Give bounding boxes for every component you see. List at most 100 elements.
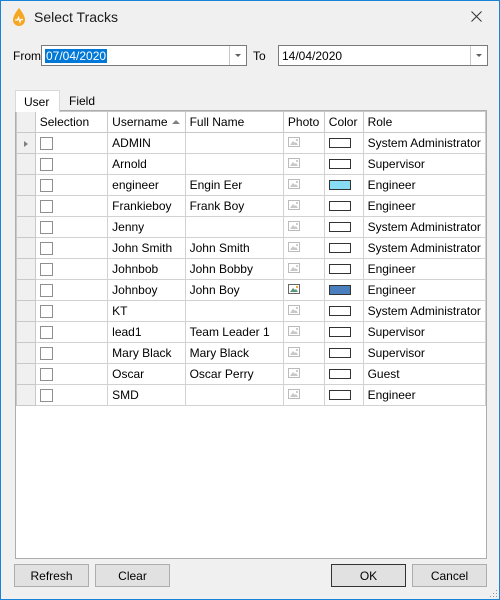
selection-cell[interactable] xyxy=(34,363,109,385)
role-cell[interactable]: System Administrator xyxy=(362,132,487,154)
selection-checkbox[interactable] xyxy=(39,367,53,381)
row-header[interactable] xyxy=(16,258,36,280)
photo-cell[interactable] xyxy=(282,384,325,406)
table-row[interactable]: Johnbob John Bobby Engineer xyxy=(16,258,487,280)
photo-cell[interactable] xyxy=(282,216,325,238)
role-cell[interactable]: Engineer xyxy=(362,384,487,406)
selection-cell[interactable] xyxy=(34,195,109,217)
row-header[interactable] xyxy=(16,174,36,196)
username-cell[interactable]: John Smith xyxy=(107,237,186,259)
from-date-dropdown-button[interactable] xyxy=(229,46,246,65)
row-header[interactable] xyxy=(16,153,36,175)
full-name-cell[interactable]: Team Leader 1 xyxy=(184,321,284,343)
selection-cell[interactable] xyxy=(34,132,109,154)
to-date-value[interactable]: 14/04/2020 xyxy=(282,49,342,63)
username-cell[interactable]: ADMIN xyxy=(107,132,186,154)
row-header[interactable] xyxy=(16,300,36,322)
username-cell[interactable]: engineer xyxy=(107,174,186,196)
selection-cell[interactable] xyxy=(34,279,109,301)
full-name-cell[interactable] xyxy=(184,153,284,175)
clear-button[interactable]: Clear xyxy=(95,564,170,587)
role-cell[interactable]: System Administrator xyxy=(362,237,487,259)
username-cell[interactable]: Mary Black xyxy=(107,342,186,364)
row-header[interactable] xyxy=(16,363,36,385)
from-date-value[interactable]: 07/04/2020 xyxy=(45,49,108,63)
role-cell[interactable]: Supervisor xyxy=(362,342,487,364)
to-date-dropdown-button[interactable] xyxy=(470,46,487,65)
selection-cell[interactable] xyxy=(34,342,109,364)
color-cell[interactable] xyxy=(323,153,364,175)
color-cell[interactable] xyxy=(323,237,364,259)
color-cell[interactable] xyxy=(323,258,364,280)
table-row[interactable]: Arnold Supervisor xyxy=(16,153,487,175)
role-cell[interactable]: Engineer xyxy=(362,174,487,196)
row-header[interactable] xyxy=(16,279,36,301)
role-cell[interactable]: System Administrator xyxy=(362,300,487,322)
selection-checkbox[interactable] xyxy=(39,136,53,150)
color-cell[interactable] xyxy=(323,300,364,322)
tab-field-device[interactable]: Field Device xyxy=(61,90,114,122)
column-header-color[interactable]: Color xyxy=(323,111,364,133)
color-cell[interactable] xyxy=(323,132,364,154)
color-cell[interactable] xyxy=(323,216,364,238)
color-cell[interactable] xyxy=(323,321,364,343)
full-name-cell[interactable]: John Boy xyxy=(184,279,284,301)
row-header[interactable] xyxy=(16,132,36,154)
selection-cell[interactable] xyxy=(34,258,109,280)
table-row[interactable]: Frankieboy Frank Boy Engineer xyxy=(16,195,487,217)
table-row[interactable]: KT System Administrator xyxy=(16,300,487,322)
username-cell[interactable]: SMD xyxy=(107,384,186,406)
table-row[interactable]: SMD Engineer xyxy=(16,384,487,406)
column-header-photo[interactable]: Photo xyxy=(282,111,325,133)
full-name-cell[interactable] xyxy=(184,216,284,238)
color-cell[interactable] xyxy=(323,384,364,406)
selection-checkbox[interactable] xyxy=(39,283,53,297)
from-date-picker[interactable]: 07/04/2020 xyxy=(41,45,247,66)
table-row[interactable]: Johnboy John Boy Engineer xyxy=(16,279,487,301)
selection-checkbox[interactable] xyxy=(39,220,53,234)
users-grid[interactable]: Selection Username Full Name Photo Color… xyxy=(16,111,487,558)
photo-cell[interactable] xyxy=(282,258,325,280)
full-name-cell[interactable]: Oscar Perry xyxy=(184,363,284,385)
photo-cell[interactable] xyxy=(282,195,325,217)
full-name-cell[interactable]: John Bobby xyxy=(184,258,284,280)
photo-cell[interactable] xyxy=(282,363,325,385)
photo-cell[interactable] xyxy=(282,237,325,259)
photo-cell[interactable] xyxy=(282,321,325,343)
username-cell[interactable]: lead1 xyxy=(107,321,186,343)
selection-checkbox[interactable] xyxy=(39,325,53,339)
role-cell[interactable]: Engineer xyxy=(362,195,487,217)
color-cell[interactable] xyxy=(323,174,364,196)
selection-checkbox[interactable] xyxy=(39,346,53,360)
photo-cell[interactable] xyxy=(282,279,325,301)
photo-cell[interactable] xyxy=(282,174,325,196)
role-cell[interactable]: Guest xyxy=(362,363,487,385)
role-cell[interactable]: Supervisor xyxy=(362,321,487,343)
column-header-full-name[interactable]: Full Name xyxy=(184,111,284,133)
username-cell[interactable]: Oscar xyxy=(107,363,186,385)
selection-cell[interactable] xyxy=(34,216,109,238)
username-cell[interactable]: Johnboy xyxy=(107,279,186,301)
selection-cell[interactable] xyxy=(34,153,109,175)
full-name-cell[interactable]: Engin Eer xyxy=(184,174,284,196)
selection-cell[interactable] xyxy=(34,300,109,322)
username-cell[interactable]: Arnold xyxy=(107,153,186,175)
selection-checkbox[interactable] xyxy=(39,199,53,213)
ok-button[interactable]: OK xyxy=(331,564,406,587)
cancel-button[interactable]: Cancel xyxy=(412,564,487,587)
tab-user[interactable]: User xyxy=(15,90,60,112)
full-name-cell[interactable] xyxy=(184,300,284,322)
table-row[interactable]: engineer Engin Eer Engineer xyxy=(16,174,487,196)
color-cell[interactable] xyxy=(323,195,364,217)
table-row[interactable]: Jenny System Administrator xyxy=(16,216,487,238)
color-cell[interactable] xyxy=(323,342,364,364)
role-cell[interactable]: Supervisor xyxy=(362,153,487,175)
column-header-selection[interactable]: Selection xyxy=(34,111,109,133)
full-name-cell[interactable] xyxy=(184,384,284,406)
username-cell[interactable]: Frankieboy xyxy=(107,195,186,217)
photo-cell[interactable] xyxy=(282,300,325,322)
selection-checkbox[interactable] xyxy=(39,388,53,402)
role-cell[interactable]: Engineer xyxy=(362,258,487,280)
full-name-cell[interactable]: John Smith xyxy=(184,237,284,259)
table-row[interactable]: lead1 Team Leader 1 Supervisor xyxy=(16,321,487,343)
